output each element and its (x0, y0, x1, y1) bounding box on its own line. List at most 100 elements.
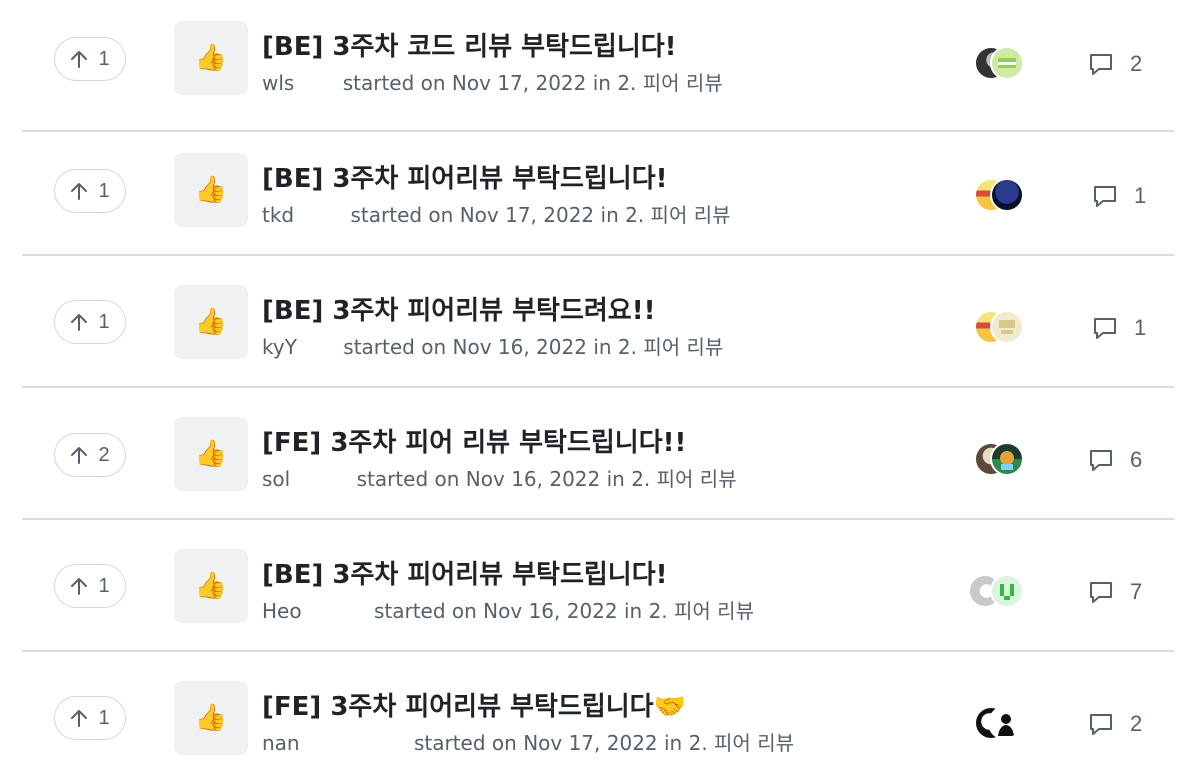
comment-icon (1094, 318, 1116, 339)
author-link[interactable]: kyY (262, 335, 297, 359)
discussion-emoji: 👍 (174, 417, 248, 491)
discussion-row: 1 👍 [BE] 3주차 피어리뷰 부탁드립니다! Heo started on… (22, 520, 1174, 652)
category-link[interactable]: 2. 피어 리뷰 (617, 71, 722, 95)
upvote-button[interactable]: 1 (54, 37, 126, 81)
discussion-title-link[interactable]: [BE] 3주차 코드 리뷰 부탁드립니다! (262, 26, 677, 63)
upvote-count: 1 (98, 310, 110, 333)
participant-avatars (974, 310, 1030, 346)
avatar[interactable] (990, 442, 1024, 476)
comment-count-link[interactable]: 2 (1088, 706, 1142, 742)
comment-icon (1094, 186, 1116, 207)
avatar[interactable] (990, 310, 1024, 344)
discussion-title-link[interactable]: [FE] 3주차 피어리뷰 부탁드립니다🤝 (262, 686, 686, 723)
discussion-title-link[interactable]: [BE] 3주차 피어리뷰 부탁드립니다! (262, 554, 668, 591)
upvote-button[interactable]: 1 (54, 564, 126, 608)
thumbs-up-icon: 👍 (194, 703, 228, 733)
comment-count-link[interactable]: 1 (1092, 178, 1146, 214)
category-link[interactable]: 2. 피어 리뷰 (631, 467, 736, 491)
comment-count: 1 (1134, 183, 1147, 208)
upvote-button[interactable]: 1 (54, 169, 126, 213)
comment-count: 6 (1130, 447, 1143, 472)
discussion-row: 1 👍 [BE] 3주차 피어리뷰 부탁드립니다! tkd started on… (22, 124, 1174, 256)
discussion-meta: tkd started on Nov 17, 2022 in 2. 피어 리뷰 (262, 199, 731, 228)
discussion-meta: sol started on Nov 16, 2022 in 2. 피어 리뷰 (262, 463, 737, 492)
arrow-up-icon (71, 183, 88, 200)
thumbs-up-icon: 👍 (194, 439, 228, 469)
author-link[interactable]: nan (262, 731, 300, 755)
started-label: started on (343, 335, 447, 359)
started-label: started on (413, 731, 517, 755)
comment-count-link[interactable]: 1 (1092, 310, 1146, 346)
author-link[interactable]: sol (262, 467, 290, 491)
arrow-up-icon (71, 578, 88, 595)
arrow-up-icon (71, 447, 88, 464)
start-date: Nov 17, 2022 (451, 71, 587, 95)
thumbs-up-icon: 👍 (194, 43, 228, 73)
discussion-emoji: 👍 (174, 549, 248, 623)
avatar[interactable] (990, 46, 1024, 80)
avatar[interactable] (988, 706, 1022, 740)
participant-avatars (968, 574, 1024, 610)
category-link[interactable]: 2. 피어 리뷰 (618, 335, 723, 359)
discussion-row: 1 👍 [BE] 3주차 피어리뷰 부탁드려요!! kyY started on… (22, 256, 1174, 388)
upvote-count: 2 (98, 443, 110, 466)
arrow-up-icon (71, 51, 88, 68)
participant-avatars (974, 178, 1030, 214)
discussion-meta: Heo started on Nov 16, 2022 in 2. 피어 리뷰 (262, 595, 754, 624)
comment-count: 1 (1134, 315, 1147, 340)
comment-count-link[interactable]: 2 (1088, 46, 1142, 82)
comment-count: 7 (1130, 579, 1143, 604)
start-date: Nov 16, 2022 (483, 599, 618, 623)
in-label: in (623, 599, 643, 623)
comment-count-link[interactable]: 7 (1088, 574, 1142, 610)
discussion-title-link[interactable]: [FE] 3주차 피어 리뷰 부탁드립니다!! (262, 422, 686, 459)
start-date: Nov 17, 2022 (459, 203, 595, 227)
avatar[interactable] (990, 574, 1024, 608)
discussion-title-link[interactable]: [BE] 3주차 피어리뷰 부탁드립니다! (262, 158, 668, 195)
participant-avatars (974, 706, 1030, 742)
category-link[interactable]: 2. 피어 리뷰 (649, 599, 754, 623)
in-label: in (593, 335, 612, 359)
author-link[interactable]: tkd (262, 203, 294, 227)
in-label: in (664, 731, 683, 755)
started-label: started on (350, 203, 454, 227)
discussion-row: 1 👍 [FE] 3주차 피어리뷰 부탁드립니다🤝 nan started on… (22, 652, 1174, 779)
thumbs-up-icon: 👍 (194, 571, 228, 601)
discussion-meta: kyY started on Nov 16, 2022 in 2. 피어 리뷰 (262, 331, 723, 360)
author-link[interactable]: wls (262, 71, 294, 95)
thumbs-up-icon: 👍 (194, 307, 228, 337)
start-date: Nov 17, 2022 (523, 731, 658, 755)
arrow-up-icon (71, 314, 88, 331)
upvote-count: 1 (98, 47, 110, 70)
upvote-button[interactable]: 2 (54, 433, 126, 477)
avatar[interactable] (990, 178, 1024, 212)
comment-count: 2 (1130, 711, 1143, 736)
start-date: Nov 16, 2022 (452, 335, 587, 359)
category-link[interactable]: 2. 피어 리뷰 (689, 731, 794, 755)
arrow-up-icon (71, 710, 88, 727)
upvote-count: 1 (98, 574, 110, 597)
upvote-button[interactable]: 1 (54, 696, 126, 740)
author-link[interactable]: Heo (262, 599, 302, 623)
discussion-emoji: 👍 (174, 285, 248, 359)
comment-icon (1090, 714, 1112, 735)
upvote-button[interactable]: 1 (54, 300, 126, 344)
comment-count-link[interactable]: 6 (1088, 442, 1142, 478)
participant-avatars (974, 46, 1030, 82)
started-label: started on (373, 599, 477, 623)
started-label: started on (356, 467, 460, 491)
discussion-emoji: 👍 (174, 21, 248, 95)
in-label: in (600, 203, 619, 227)
start-date: Nov 16, 2022 (465, 467, 601, 491)
participant-avatars (974, 442, 1030, 478)
in-label: in (606, 467, 625, 491)
discussion-emoji: 👍 (174, 681, 248, 755)
discussion-row: 2 👍 [FE] 3주차 피어 리뷰 부탁드립니다!! sol started … (22, 388, 1174, 520)
comment-icon (1090, 450, 1112, 471)
in-label: in (592, 71, 611, 95)
started-label: started on (342, 71, 446, 95)
discussion-emoji: 👍 (174, 153, 248, 227)
category-link[interactable]: 2. 피어 리뷰 (625, 203, 730, 227)
discussion-title-link[interactable]: [BE] 3주차 피어리뷰 부탁드려요!! (262, 290, 655, 327)
upvote-count: 1 (98, 706, 110, 729)
